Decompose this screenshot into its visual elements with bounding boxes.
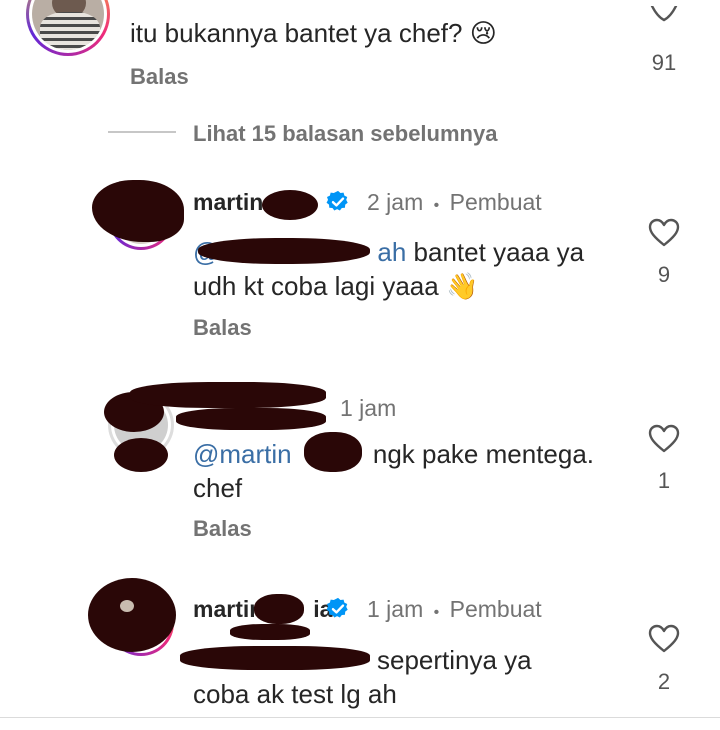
reply-button[interactable]: Balas (193, 315, 252, 341)
divider-line (108, 131, 176, 133)
redaction-username (254, 594, 304, 624)
username-head[interactable]: martin (193, 596, 263, 622)
text-line-1: bantet yaaa ya (406, 237, 585, 267)
timestamp: 1 jam (367, 596, 424, 622)
heart-icon[interactable] (648, 218, 680, 248)
heart-icon[interactable] (648, 6, 680, 36)
username[interactable]: martin (193, 189, 263, 216)
verified-badge-icon (326, 190, 348, 211)
redaction-username (176, 408, 326, 430)
text-line-1: ngk pake mentega. (365, 439, 595, 469)
text-line-2: coba ak test lg ah (193, 679, 397, 709)
bottom-divider (0, 717, 720, 718)
meta-info: 2 jam • Pembuat (367, 189, 542, 216)
separator: • (433, 604, 440, 621)
like-count: 9 (657, 262, 671, 287)
text-line-2: udh kt coba lagi yaaa 👋 (193, 271, 479, 301)
redaction-avatar (88, 578, 176, 652)
redaction-mention (230, 624, 310, 640)
timestamp: 1 jam (340, 395, 397, 421)
mention-tail[interactable]: ah (377, 237, 406, 267)
redaction-mention (180, 646, 370, 670)
separator: • (433, 197, 440, 214)
view-replies-label[interactable]: Lihat 15 balasan sebelumnya (193, 121, 497, 147)
heart-icon[interactable] (648, 624, 680, 654)
avatar[interactable] (26, 0, 110, 56)
heart-icon[interactable] (648, 424, 680, 454)
reply-button[interactable]: Balas (130, 64, 189, 90)
redaction-avatar (114, 438, 168, 472)
redaction-username (262, 190, 318, 220)
like-count: 91 (651, 50, 677, 75)
timestamp: 2 jam (367, 189, 424, 215)
reply-button[interactable]: Balas (193, 516, 252, 542)
verified-badge-icon (326, 597, 348, 618)
like-count: 2 (657, 669, 671, 694)
comment-text: itu bukannya bantet ya chef? 😢 (130, 18, 497, 48)
text-line-1: sepertinya ya (377, 645, 532, 675)
redaction-username (130, 382, 326, 408)
redaction-mention (198, 238, 370, 264)
text-line-2: chef (193, 473, 243, 503)
avatar-fragment (120, 600, 134, 612)
mention-link[interactable]: @martin (193, 439, 292, 469)
redaction-avatar (92, 180, 184, 242)
author-badge: Pembuat (449, 596, 542, 622)
meta-info: 1 jam • Pembuat (367, 596, 542, 623)
author-badge: Pembuat (449, 189, 542, 215)
redaction-mention (304, 432, 362, 472)
like-count: 1 (657, 468, 671, 493)
reply-text: @martin ngk pake mentega. chef (193, 437, 633, 505)
